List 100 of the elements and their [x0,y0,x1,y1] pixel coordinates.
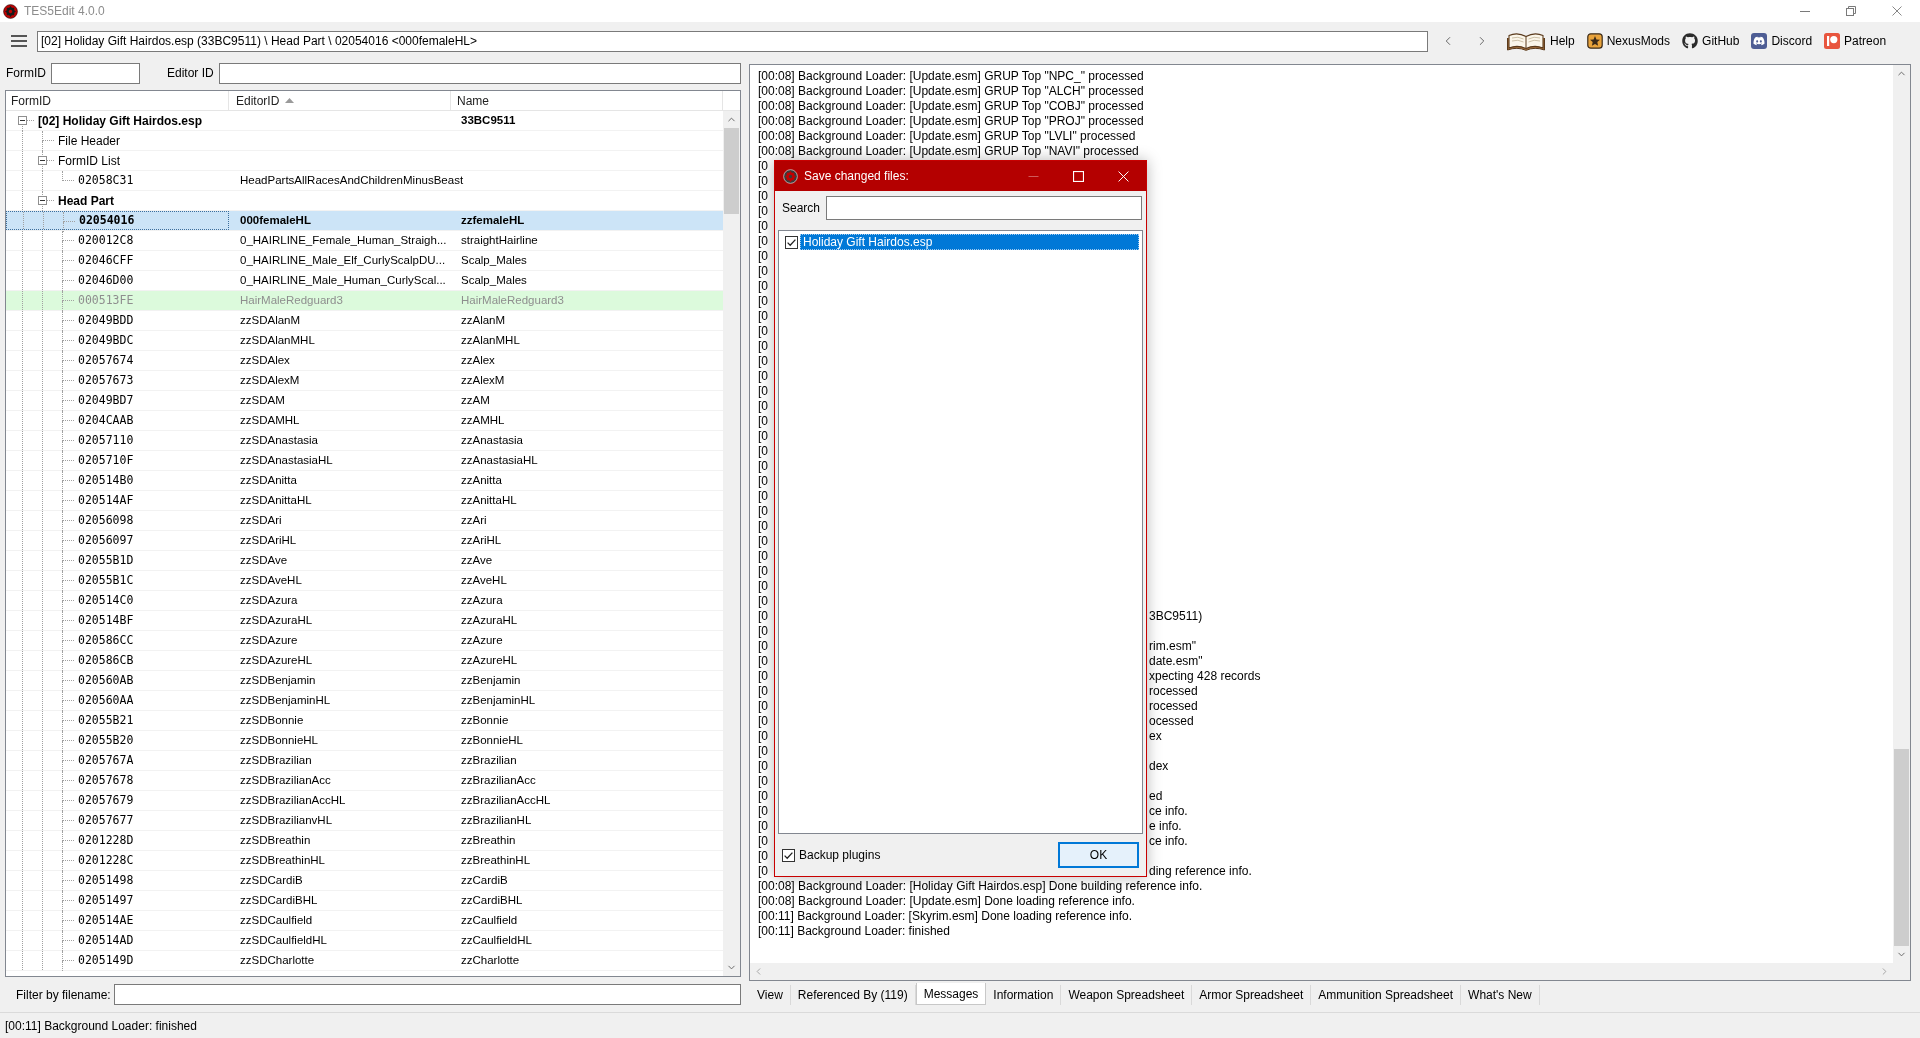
log-line: [00:11] Background Loader: finished [758,924,950,939]
log-line-fragment: ex [1149,729,1162,744]
tree-row[interactable]: 020586CC zzSDAzure zzAzure [6,631,723,651]
record-name-text: zzBonnieHL [461,732,523,748]
scrollbar-thumb[interactable] [724,128,739,214]
game-controller-icon [1751,33,1768,49]
tree-row[interactable]: 02055B20 zzSDBonnieHL zzBonnieHL [6,731,723,751]
star-badge-icon [1586,33,1603,49]
column-header[interactable]: Name [451,91,723,110]
tree-row[interactable]: 020514B0 zzSDAnitta zzAnitta [6,471,723,491]
column-header[interactable]: FormID [6,91,229,110]
tree-row[interactable]: 02049BDD zzSDAlanM zzAlanM [6,311,723,331]
tree-row[interactable]: 020514AE zzSDCaulfield zzCaulfield [6,911,723,931]
tree-row[interactable]: 020514AD zzSDCaulfieldHL zzCaulfieldHL [6,931,723,951]
scrollbar[interactable] [1893,65,1910,963]
form-id-text: 020012C8 [78,231,134,249]
tree-row[interactable]: 0205149D zzSDCharlotte zzCharlotte [6,951,723,971]
tree-row[interactable]: 0201228C zzSDBreathinHL zzBreathinHL [6,851,723,871]
toolbar-link[interactable]: Patreon [1844,32,1887,50]
tree-row[interactable]: 02054016 000femaleHL zzfemaleHL [6,211,723,231]
record-name-text: zzAveHL [461,572,507,588]
close-icon [1892,6,1902,16]
tree-row[interactable]: 02057673 zzSDAlexM zzAlexM [6,371,723,391]
log-line-fragment: [0 [758,414,768,429]
form-id-text: 02049BD7 [78,391,134,409]
checkbox[interactable] [785,235,798,249]
editor-id-text: zzSDBrazilianvHL [240,812,333,828]
editor-id-text: zzSDAzura [240,592,298,608]
file-list-item[interactable]: Holiday Gift Hairdos.esp [800,234,1139,250]
tree-row[interactable]: 020560AA zzSDBenjaminHL zzBenjaminHL [6,691,723,711]
tree-row[interactable]: 0204CAAB zzSDAMHL zzAMHL [6,411,723,431]
toolbar-link[interactable]: GitHub [1702,32,1740,50]
log-line-fragment: [0 [758,699,768,714]
editor-id-text: 0_HAIRLINE_Male_Elf_CurlyScalpDU... [240,252,446,268]
editor-id-field[interactable] [218,62,741,84]
filename-filter-field[interactable] [113,984,741,1005]
record-name-text: zzAnitta [461,472,502,488]
tree-row[interactable]: 02055B1C zzSDAveHL zzAveHL [6,571,723,591]
tree-row[interactable]: File Header [6,131,723,151]
log-line-fragment: [0 [758,384,768,399]
tree-row[interactable]: 02055B21 zzSDBonnie zzBonnie [6,711,723,731]
editor-id-text: zzSDAzure [240,632,298,648]
column-header[interactable]: EditorID [229,91,451,110]
tab[interactable]: Messages [915,983,987,1005]
form-id-text: 02055B1D [78,551,134,569]
ok-button[interactable]: OK [1058,842,1139,868]
log-line-fragment: [0 [758,669,768,684]
editor-id-text: zzSDAMHL [240,412,300,428]
tree-row[interactable]: FormID List [6,151,723,171]
tree-row[interactable]: 02057679 zzSDBrazilianAccHL zzBrazilianAccHL [6,791,723,811]
tree-row[interactable]: 02057110 zzSDAnastasia zzAnastasia [6,431,723,451]
tree-row[interactable]: 020514BF zzSDAzuraHL zzAzuraHL [6,611,723,631]
form-id-text: 02057674 [78,351,134,369]
scrollbar-thumb[interactable] [1894,749,1909,946]
tree-row[interactable]: 020514C0 zzSDAzura zzAzura [6,591,723,611]
tree-row[interactable]: 0205767A zzSDBrazilian zzBrazilian [6,751,723,771]
log-line-fragment: ocessed [1149,714,1194,729]
log-line-fragment: [0 [758,309,768,324]
form-id-field[interactable] [51,62,140,84]
tree-row[interactable]: [02] Holiday Gift Hairdos.esp 33BC9511 [6,111,723,131]
toolbar-link[interactable]: Help [1550,32,1575,50]
tree-row[interactable]: 020012C8 0_HAIRLINE_Female_Human_Straigh... straightHairline [6,231,723,251]
filename-filter-label: Filter by filename: [16,986,111,1004]
tree-row[interactable]: 02049BDC zzSDAlanMHL zzAlanMHL [6,331,723,351]
tree-row[interactable]: 02058C31 HeadPartsAllRacesAndChildrenMinusBeast [6,171,723,191]
editor-id-text: zzSDCaulfield [240,912,313,928]
toolbar-link[interactable]: NexusMods [1606,32,1671,50]
collapse-icon[interactable] [38,196,47,205]
tree-row[interactable]: 02051497 zzSDCardiBHL zzCardiBHL [6,891,723,911]
tree-row[interactable]: 02057674 zzSDAlex zzAlex [6,351,723,371]
tree-row[interactable]: 02051498 zzSDCardiB zzCardiB [6,871,723,891]
tree-row[interactable]: 0201228D zzSDBreathin zzBreathin [6,831,723,851]
log-line-fragment: [0 [758,534,768,549]
scrollbar[interactable] [723,111,740,976]
search-field[interactable] [826,196,1142,220]
log-line-fragment: e info. [1149,819,1182,834]
tree-row[interactable]: 02055B1D zzSDAve zzAve [6,551,723,571]
toolbar-link[interactable]: Discord [1771,32,1813,50]
tree-row[interactable]: 020514AF zzSDAnittaHL zzAnittaHL [6,491,723,511]
tree-row[interactable]: 02049BD7 zzSDAM zzAM [6,391,723,411]
path-field[interactable]: [02] Holiday Gift Hairdos.esp (33BC9511) \ Head Part \ 02054016 <000femaleHL> [37,30,1428,52]
tree-row[interactable]: 02057677 zzSDBrazilianvHL zzBrazilianHL [6,811,723,831]
collapse-icon[interactable] [38,156,47,165]
log-line-fragment: [0 [758,594,768,609]
form-id-text: 02056097 [78,531,134,549]
tree-row[interactable]: 02046CFF 0_HAIRLINE_Male_Elf_CurlyScalpDU... Scalp_Males [6,251,723,271]
record-name-text: zzAM [461,392,490,408]
tree-row[interactable]: 020586CB zzSDAzureHL zzAzureHL [6,651,723,671]
tree-row[interactable]: 02056098 zzSDAri zzAri [6,511,723,531]
log-line-fragment: [0 [758,249,768,264]
tree-row[interactable]: 0205710F zzSDAnastasiaHL zzAnastasiaHL [6,451,723,471]
tree-row[interactable]: 02056097 zzSDAriHL zzAriHL [6,531,723,551]
collapse-icon[interactable] [18,116,27,125]
editor-id-text: zzSDAnittaHL [240,492,312,508]
tree-row[interactable]: 02057678 zzSDBrazilianAcc zzBrazilianAcc [6,771,723,791]
record-name-text: zzAzura [461,592,503,608]
patreon-logo-icon [1824,33,1841,49]
scrollbar[interactable] [750,963,1893,980]
checkbox[interactable] [782,848,795,862]
tree-row[interactable]: 020560AB zzSDBenjamin zzBenjamin [6,671,723,691]
